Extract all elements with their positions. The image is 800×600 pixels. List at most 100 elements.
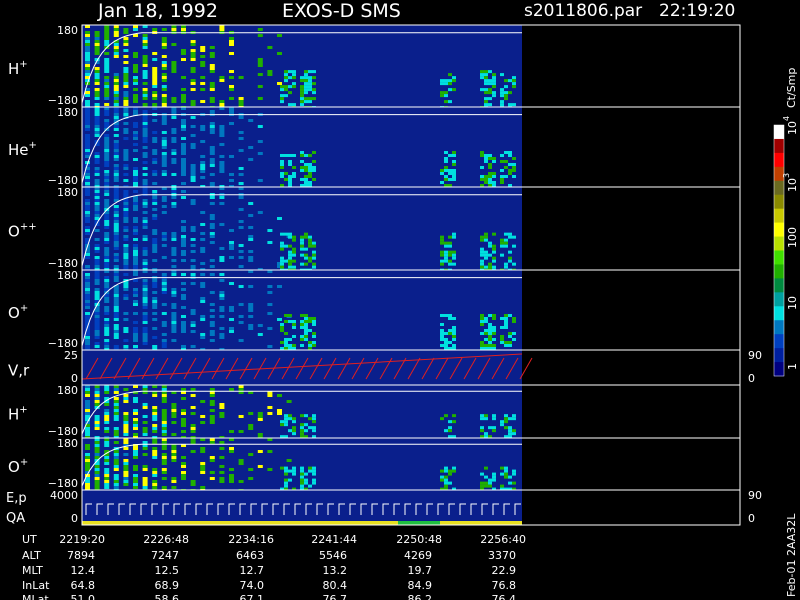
spectrogram-cell [85,315,90,318]
spectrogram-cell [181,250,186,253]
ephemeris-value: 76.8 [492,579,517,592]
spectrogram-cell [104,146,110,149]
spectrogram-cell [171,312,177,315]
spectrogram-cell [113,303,119,306]
spectrogram-cell [161,205,167,208]
spectrogram-cell [444,169,448,172]
spectrogram-cell [257,85,263,88]
spectrogram-cell [181,182,186,185]
spectrogram-cell [85,211,90,214]
spectrogram-cell [300,481,304,485]
spectrogram-cell [123,327,129,330]
spectrogram-cell [504,414,508,418]
spectrogram-cell [504,469,508,473]
spectrogram-cell [133,450,138,453]
spectrogram-cell [292,73,296,77]
spectrogram-cell [113,400,119,403]
spectrogram-cell [85,73,90,76]
spectrogram-cell [123,397,129,400]
spectrogram-cell [238,226,244,229]
spectrogram-cell [304,175,308,178]
spectrogram-cell [508,151,512,154]
spectrogram-cell [209,232,215,235]
spectrogram-cell [190,412,196,415]
spectrogram-cell [123,85,129,88]
spectrogram-cell [448,259,452,263]
spectrogram-cell [152,137,158,140]
spectrogram-cell [484,475,488,479]
spectrogram-cell [85,100,90,103]
spectrogram-cell [181,125,186,128]
spectrogram-cell [161,158,167,161]
spectrogram-cell [142,453,148,456]
spectrogram-cell [152,474,158,477]
spectrogram-cell [209,400,215,403]
qa-bar [82,521,522,525]
spectrogram-cell [512,432,516,436]
spectrogram-cell [161,155,167,158]
spectrogram-cell [219,202,225,205]
spectrogram-cell [444,341,448,344]
spectrogram-cell [229,450,234,453]
spectrogram-cell [504,151,508,154]
spectrogram-cell [181,76,186,79]
spectrogram-cell [292,335,296,338]
spectrogram-cell [152,486,158,489]
spectrogram-cell [94,336,100,339]
spectrogram-cell [500,103,504,107]
spectrogram-cell [480,253,484,257]
spectrogram-cell [142,406,148,409]
spectrogram-cell [152,345,158,348]
ephemeris-value: 84.9 [408,579,433,592]
spectrogram-cell [448,172,452,175]
spectrogram-cell [104,91,110,94]
spectrogram-cell [152,471,158,474]
spectrogram-cell [304,478,308,482]
spectrogram-cell [508,232,512,236]
spectrogram-cell [440,253,444,257]
spectrogram-cell [133,288,138,291]
spectrogram-cell [152,450,158,453]
panel-label-2: QA [6,511,25,526]
spectrogram-cell [500,317,504,320]
spectrogram-cell [123,164,129,167]
spectrogram-cell [219,315,225,318]
spectrogram-cell [219,336,225,339]
spectrogram-cell [209,161,215,164]
spectrogram-cell [133,265,138,268]
spectrogram-cell [504,241,508,245]
spectrogram-cell [171,330,177,333]
spectrogram-cell [85,52,90,55]
spectrogram-cell [94,128,100,131]
spectrogram-cell [113,229,119,232]
y-axis-top: 180 [57,269,78,282]
spectrogram-cell [104,471,110,474]
spectrogram-cell [508,169,512,172]
spectrogram-cell [152,238,158,241]
spectrogram-cell [248,238,254,241]
spectrogram-cell [85,182,90,185]
spectrogram-cell [300,475,304,479]
spectrogram-cell [504,314,508,317]
spectrogram-cell [104,241,110,244]
spectrogram-cell [312,469,316,473]
spectrogram-cell [94,182,100,185]
spectrogram-cell [104,441,110,444]
spectrogram-cell [123,441,129,444]
spectrogram-cell [200,49,206,52]
spectrogram-cell [104,158,110,161]
spectrogram-cell [142,167,148,170]
spectrogram-cell [85,208,90,211]
spectrogram-cell [238,480,244,483]
spectrogram-cell [104,306,110,309]
spectrogram-cell [312,88,316,92]
spectrogram-cell [288,429,292,433]
spectrogram-cell [181,229,186,232]
ephemeris-value: 13.2 [323,564,348,577]
spectrogram-cell [133,131,138,134]
spectrogram-cell [492,157,496,160]
spectrogram-cell [85,433,90,436]
spectrogram-cell [484,175,488,178]
spectrogram-cell [123,158,129,161]
spectrogram-cell [171,450,177,453]
